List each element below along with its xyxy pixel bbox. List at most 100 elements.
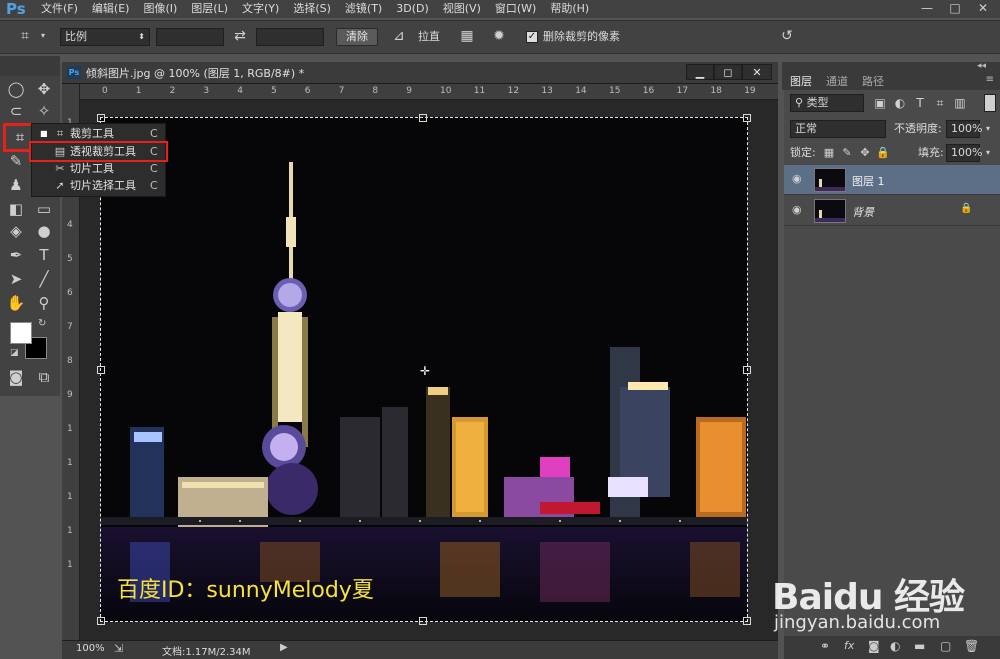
menu-image[interactable]: 图像(I) [136,0,184,18]
straighten-label[interactable]: 拉直 [418,28,440,46]
marquee-icon[interactable]: ◯ [4,78,28,100]
swap-icon[interactable]: ⇄ [230,27,250,45]
zoom-icon[interactable]: ⚲ [32,292,56,314]
tab-channels[interactable]: 通道 [826,75,848,89]
flyout-item-slice[interactable]: ✂ 切片工具 C [32,160,165,177]
document-tab[interactable]: Ps 倾斜图片.jpg @ 100% (图层 1, RGB/8#) * ▁ ◻ … [62,62,778,84]
dodge-icon[interactable]: ● [32,220,56,242]
default-colors-icon[interactable]: ◪ [10,348,19,358]
tab-layers[interactable]: 图层 [790,75,812,89]
ruler-horizontal[interactable]: 0 1 2 3 4 5 6 7 8 9 10 11 12 13 14 15 16 17 18 19 [80,84,778,100]
eye-icon[interactable]: ◉ [792,172,802,185]
close-icon[interactable]: ✕ [972,1,994,16]
crop-handle-top-left[interactable] [97,114,105,122]
adjust-filter-icon[interactable]: ◐ [892,94,908,112]
gear-icon[interactable]: ✹ [488,27,510,45]
menu-filter[interactable]: 滤镜(T) [338,0,389,18]
screen-mode-icon[interactable]: ⧉ [32,366,56,388]
opacity-input[interactable]: 100% [946,120,982,138]
height-field[interactable] [256,28,324,46]
crop-handle-top-right[interactable] [743,114,751,122]
eyedropper-icon[interactable]: ✎ [4,150,28,172]
crop-handle-top[interactable] [419,114,427,122]
panel-menu-icon[interactable]: ≡ [986,74,994,85]
lock-all-icon[interactable]: 🔒 [876,144,890,162]
straighten-icon[interactable]: ⊿ [388,27,410,45]
export-icon[interactable]: ⇲ [114,642,123,655]
grid-overlay-icon[interactable]: ▦ [456,27,478,45]
clear-button[interactable]: 清除 [336,28,378,46]
layer-name[interactable]: 背景 [852,204,874,220]
chevron-down-icon[interactable]: ▾ [38,27,48,45]
filter-toggle[interactable] [984,94,996,112]
chevron-down-icon[interactable]: ▾ [982,120,994,138]
reset-icon[interactable]: ↺ [776,27,798,45]
eraser-icon[interactable]: ◧ [4,198,28,220]
swap-colors-icon[interactable]: ↻ [38,318,46,329]
crop-handle-bottom-left[interactable] [97,617,105,625]
tab-paths[interactable]: 路径 [862,75,884,89]
pen-icon[interactable]: ✒ [4,244,28,266]
ruler-tick-label: 9 [406,86,412,96]
type-icon[interactable]: T [32,244,56,266]
hand-icon[interactable]: ✋ [4,292,28,314]
magic-wand-icon[interactable]: ✧ [32,100,56,122]
minimize-icon[interactable]: — [916,1,938,16]
stamp-icon[interactable]: ♟ [4,174,28,196]
fill-input[interactable]: 100% [946,144,982,162]
crop-bounding-box[interactable] [97,114,751,625]
doc-close-button[interactable]: ✕ [742,64,772,80]
ratio-select[interactable]: 比例 ⬍ [60,28,150,46]
zoom-level[interactable]: 100% [76,643,105,654]
status-menu-arrow-icon[interactable]: ▶ [280,642,288,653]
doc-minimize-button[interactable]: ▁ [686,64,714,80]
blend-mode-select[interactable]: 正常 [790,120,886,138]
eye-icon[interactable]: ◉ [792,203,802,216]
menu-edit[interactable]: 编辑(E) [85,0,137,18]
menu-3d[interactable]: 3D(D) [389,0,436,18]
layer-row-1[interactable]: ◉ 图层 1 [784,165,1000,195]
menu-layer[interactable]: 图层(L) [184,0,235,18]
menu-type[interactable]: 文字(Y) [235,0,286,18]
path-select-icon[interactable]: ➤ [4,268,28,290]
menu-view[interactable]: 视图(V) [436,0,488,18]
crop-handle-bottom-right[interactable] [743,617,751,625]
menu-select[interactable]: 选择(S) [286,0,338,18]
delete-pixels-checkbox[interactable]: ✓ [526,31,538,43]
menu-window[interactable]: 窗口(W) [488,0,543,18]
blur-icon[interactable]: ◈ [4,220,28,242]
lock-move-icon[interactable]: ✥ [858,144,872,162]
menu-file[interactable]: 文件(F) [34,0,85,18]
move-icon[interactable]: ✥ [32,78,56,100]
layer-name[interactable]: 图层 1 [852,173,885,189]
layer-filter-select[interactable]: ⚲ 类型 [790,94,864,112]
lasso-icon[interactable]: ⊂ [4,100,28,122]
maximize-icon[interactable]: □ [944,1,966,16]
layer-filter-value: 类型 [806,96,829,109]
ruler-tick-label: 1 [135,86,142,96]
crop-preset-icon[interactable]: ⌗ [14,27,36,45]
flyout-item-crop[interactable]: ■ ⌗ 裁剪工具 C [32,125,165,142]
layer-row-background[interactable]: ◉ 背景 🔒 [784,196,1000,226]
foreground-color-swatch[interactable] [10,322,32,344]
crop-handle-right[interactable] [743,366,751,374]
menu-help[interactable]: 帮助(H) [543,0,596,18]
chevron-down-icon[interactable]: ▾ [982,144,994,162]
gradient-icon[interactable]: ▭ [32,198,56,220]
lock-transparent-icon[interactable]: ▦ [822,144,836,162]
width-field[interactable] [156,28,224,46]
doc-restore-button[interactable]: ◻ [714,64,742,80]
image-filter-icon[interactable]: ▣ [872,94,888,112]
type-filter-icon[interactable]: T [912,94,928,112]
quick-mask-icon[interactable]: ◙ [4,366,28,388]
crop-handle-left[interactable] [97,366,105,374]
lock-paint-icon[interactable]: ✎ [840,144,854,162]
collapse-icon[interactable]: ◂◂ [977,61,986,71]
smart-filter-icon[interactable]: ▥ [952,94,968,112]
flyout-item-slice-select[interactable]: ➚ 切片选择工具 C [32,177,165,194]
ruler-tick-label: 1 [67,492,73,502]
crop-handle-bottom[interactable] [419,617,427,625]
shape-filter-icon[interactable]: ⌗ [932,94,948,112]
line-icon[interactable]: ╱ [32,268,56,290]
slice-icon: ✂ [55,162,65,175]
